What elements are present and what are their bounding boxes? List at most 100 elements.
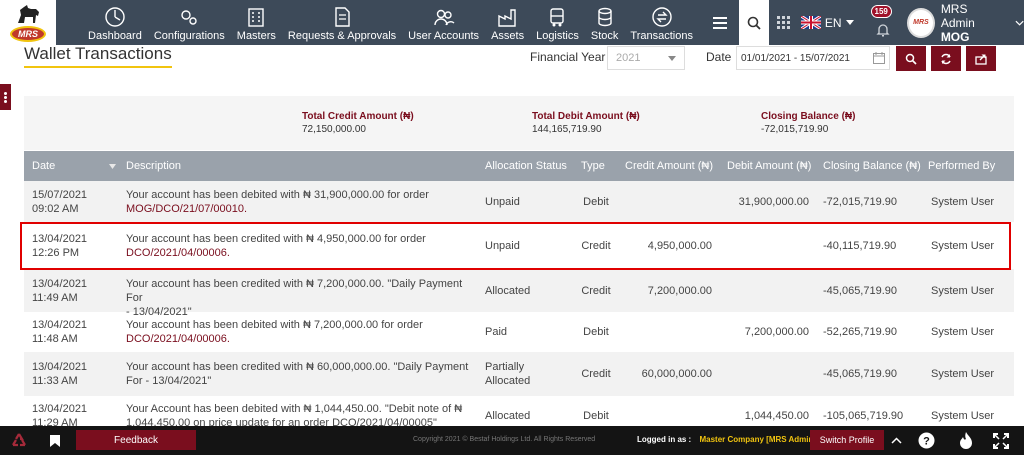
menu-toggle[interactable] xyxy=(707,0,733,45)
highlighted-row-outline xyxy=(20,222,1011,270)
order-link[interactable]: DCO/2021/04/00006. xyxy=(126,332,476,346)
switch-profile-button[interactable]: Switch Profile xyxy=(810,430,884,450)
nav-item-transactions[interactable]: Transactions xyxy=(624,0,699,45)
logged-in-info: Logged in as : Master Company [MRS Admin… xyxy=(637,435,816,444)
logo-text: MRS xyxy=(10,26,46,42)
description-line: Your account has been credited with ₦ 60… xyxy=(126,361,469,373)
page-title: Wallet Transactions xyxy=(24,44,172,68)
bookmark-button[interactable] xyxy=(44,426,66,455)
column-header-type[interactable]: Type xyxy=(581,160,605,172)
nav-item-label: Requests & Approvals xyxy=(287,30,397,42)
nav-item-dashboard[interactable]: Dashboard xyxy=(82,0,148,45)
logged-in-label: Logged in as : xyxy=(637,435,692,444)
hot-button[interactable] xyxy=(955,426,977,455)
search-icon xyxy=(905,53,917,65)
financial-year-label: Financial Year xyxy=(530,50,606,64)
total-debit-value: 144,165,719.90 xyxy=(532,124,602,135)
nav-item-logistics[interactable]: Logistics xyxy=(530,0,585,45)
document-icon xyxy=(335,7,350,27)
date-range-input[interactable]: 01/01/2021 - 15/07/2021 xyxy=(736,46,890,70)
total-credit-value: 72,150,000.00 xyxy=(302,124,366,135)
users-icon xyxy=(433,9,455,26)
apps-button[interactable] xyxy=(769,0,799,45)
copyright-text: Copyright 2021 © Bestaf Holdings Ltd. Al… xyxy=(413,436,596,443)
column-header-credit[interactable]: Credit Amount (₦) xyxy=(625,160,713,172)
closing-balance: Closing Balance (₦) -72,015,719.90 xyxy=(761,110,855,136)
time-value: 11:48 AM xyxy=(32,333,78,345)
description-cell: Your account has been credited with ₦ 60… xyxy=(126,360,476,388)
refresh-icon xyxy=(941,53,951,64)
description-line: Your account has been credited with ₦ 7,… xyxy=(126,278,463,304)
allocation-value: Partially xyxy=(485,361,525,373)
column-header-date[interactable]: Date xyxy=(32,160,55,172)
column-header-performed-by[interactable]: Performed By xyxy=(928,160,995,172)
calendar-icon xyxy=(873,52,885,64)
search-button[interactable] xyxy=(739,0,769,45)
export-button[interactable] xyxy=(966,46,996,71)
nav-item-stock[interactable]: Stock xyxy=(585,0,625,45)
nav-item-requests-approvals[interactable]: Requests & Approvals xyxy=(282,0,402,45)
nav-item-label: Dashboard xyxy=(88,30,142,42)
scroll-top-button[interactable] xyxy=(886,426,906,455)
date-value: 13/04/2021 xyxy=(32,319,88,331)
type-cell: Credit xyxy=(581,368,611,380)
table-row[interactable]: 13/04/2021 11:49 AM Your account has been … xyxy=(24,269,1014,318)
date-value: 15/07/2021 xyxy=(32,189,88,201)
summary-panel: Total Credit Amount (₦) 72,150,000.00 To… xyxy=(24,96,1014,150)
table-row[interactable]: 13/04/2021 11:48 AM Your account has been … xyxy=(24,312,1014,352)
help-icon: ? xyxy=(918,432,934,449)
order-link[interactable]: MOG/DCO/21/07/00010. xyxy=(126,202,476,216)
notifications-button[interactable]: 159 xyxy=(866,0,901,45)
column-header-debit[interactable]: Debit Amount (₦) xyxy=(727,160,811,172)
main-menu: Dashboard Configurations Masters Requests &… xyxy=(82,0,699,45)
horse-icon xyxy=(18,5,39,23)
hamburger-icon xyxy=(713,16,728,29)
time-value: 11:33 AM xyxy=(32,375,78,387)
bell-icon xyxy=(876,23,890,36)
column-header-allocation[interactable]: Allocation Status xyxy=(485,160,567,172)
table-row[interactable]: 15/07/2021 09:02 AM Your account has been … xyxy=(24,181,1014,222)
fullscreen-button[interactable] xyxy=(990,426,1012,455)
closing-cell: -45,065,719.90 xyxy=(823,285,898,297)
performed-by-cell: System User xyxy=(931,285,994,297)
type-cell: Debit xyxy=(583,326,609,338)
side-panel-toggle[interactable] xyxy=(0,84,11,110)
total-credit: Total Credit Amount (₦) 72,150,000.00 xyxy=(302,110,414,136)
date-cell: 13/04/2021 11:48 AM xyxy=(32,318,87,346)
table-row[interactable]: 13/04/2021 11:33 AM Your account has been … xyxy=(24,352,1014,396)
language-selector[interactable]: EN xyxy=(800,0,854,45)
performed-by-cell: System User xyxy=(931,326,994,338)
allocation-cell: Paid xyxy=(485,326,508,338)
financial-year-select[interactable]: 2021 xyxy=(607,46,685,70)
feedback-button[interactable]: Feedback xyxy=(76,430,196,450)
refresh-button[interactable] xyxy=(931,46,961,71)
closing-cell: -105,065,719.90 xyxy=(823,410,904,422)
recycle-button[interactable] xyxy=(8,426,30,455)
factory-icon xyxy=(497,9,516,27)
nav-item-masters[interactable]: Masters xyxy=(231,0,282,45)
nav-item-label: Configurations xyxy=(153,30,225,42)
description-line: Your Account has been debited with ₦ 1,0… xyxy=(126,403,463,415)
closing-balance-value: -72,015,719.90 xyxy=(761,124,829,135)
user-menu[interactable]: MRS MRS Admin MOG xyxy=(906,0,1024,45)
company-logo[interactable]: MRS xyxy=(0,0,57,45)
recycle-icon xyxy=(12,433,26,447)
svg-text:?: ? xyxy=(923,436,930,448)
top-navbar: MRS Dashboard Configurations Masters Reques… xyxy=(0,0,1024,45)
nav-item-configurations[interactable]: Configurations xyxy=(148,0,231,45)
date-value: 13/04/2021 xyxy=(32,278,88,290)
nav-item-label: Masters xyxy=(236,30,276,42)
sort-down-icon[interactable] xyxy=(109,164,116,169)
description-line: Your account has been debited with ₦ 7,2… xyxy=(126,319,423,331)
column-header-closing[interactable]: Closing Balance (₦) xyxy=(823,160,921,172)
type-cell: Credit xyxy=(581,285,611,297)
nav-item-assets[interactable]: Assets xyxy=(485,0,530,45)
grid-icon xyxy=(777,16,791,29)
caret-down-icon xyxy=(845,20,854,25)
logged-in-company: Master Company [MRS Admin] xyxy=(699,435,817,444)
search-button[interactable] xyxy=(896,46,926,71)
nav-item-user-accounts[interactable]: User Accounts xyxy=(402,0,485,45)
help-button[interactable]: ? xyxy=(915,426,937,455)
date-value: 13/04/2021 xyxy=(32,403,88,415)
column-header-description[interactable]: Description xyxy=(126,160,181,172)
